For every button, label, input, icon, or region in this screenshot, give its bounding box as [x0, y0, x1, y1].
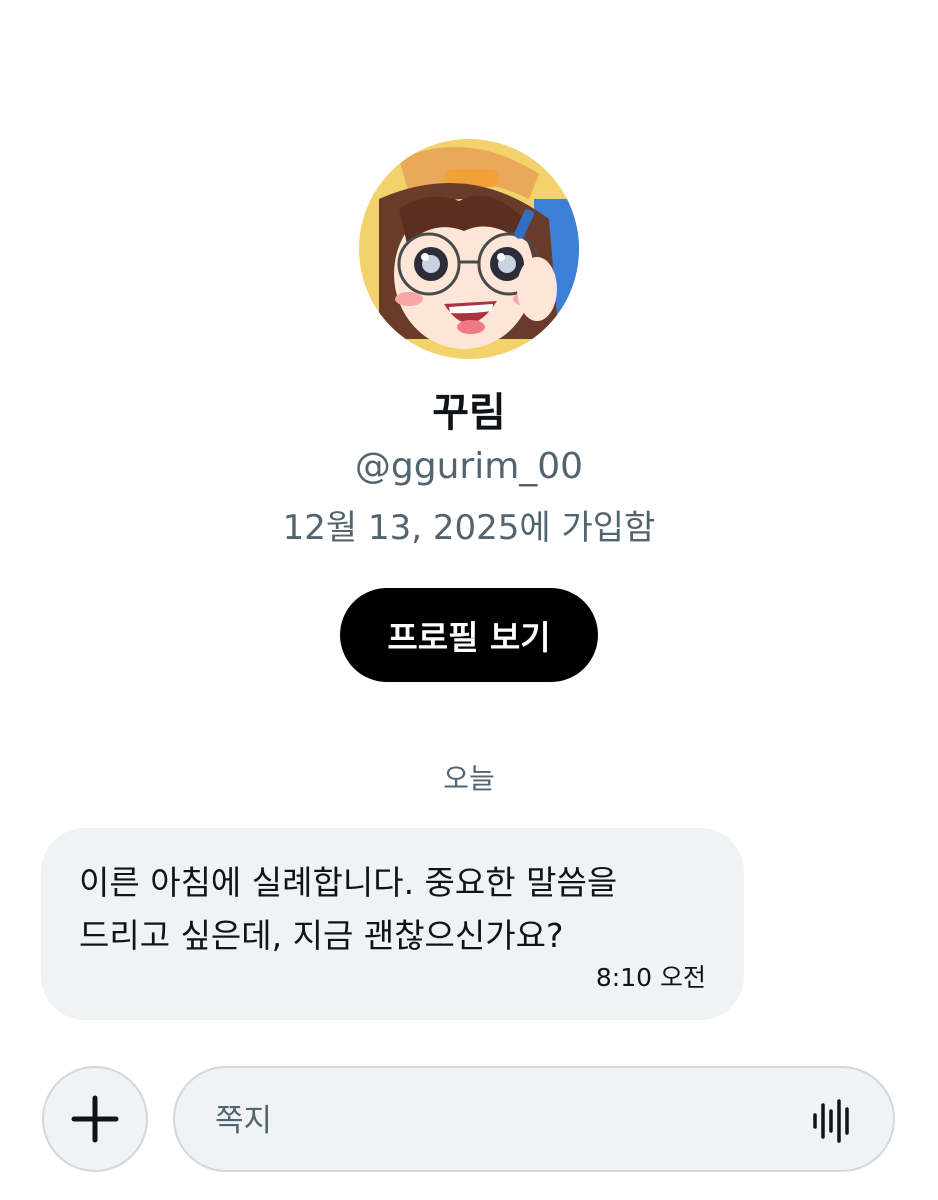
add-attachment-button[interactable]	[42, 1066, 148, 1172]
joined-date: 12월 13, 2025에 가입함	[282, 508, 656, 548]
message-line: 드리고 싶은데, 지금 괜찮으신가요?	[79, 916, 564, 955]
user-handle: @ggurim_00	[354, 446, 584, 487]
voice-waveform-icon[interactable]	[811, 1099, 855, 1143]
avatar[interactable]	[359, 139, 579, 359]
plus-icon	[71, 1095, 119, 1143]
display-name: 꾸림	[432, 390, 506, 436]
message-input[interactable]	[213, 1090, 797, 1152]
avatar-image	[359, 139, 579, 359]
message-bubble[interactable]: 이른 아침에 실례합니다. 중요한 말씀을 드리고 싶은데, 지금 괜찮으신가요…	[41, 828, 744, 1020]
message-text: 이른 아침에 실례합니다. 중요한 말씀을 드리고 싶은데, 지금 괜찮으신가요…	[79, 856, 719, 962]
view-profile-button[interactable]: 프로필 보기	[340, 588, 598, 682]
message-timestamp: 8:10 오전	[595, 963, 706, 992]
message-line: 이른 아침에 실례합니다. 중요한 말씀을	[79, 863, 618, 902]
message-composer[interactable]	[173, 1066, 895, 1172]
day-separator: 오늘	[443, 762, 495, 795]
